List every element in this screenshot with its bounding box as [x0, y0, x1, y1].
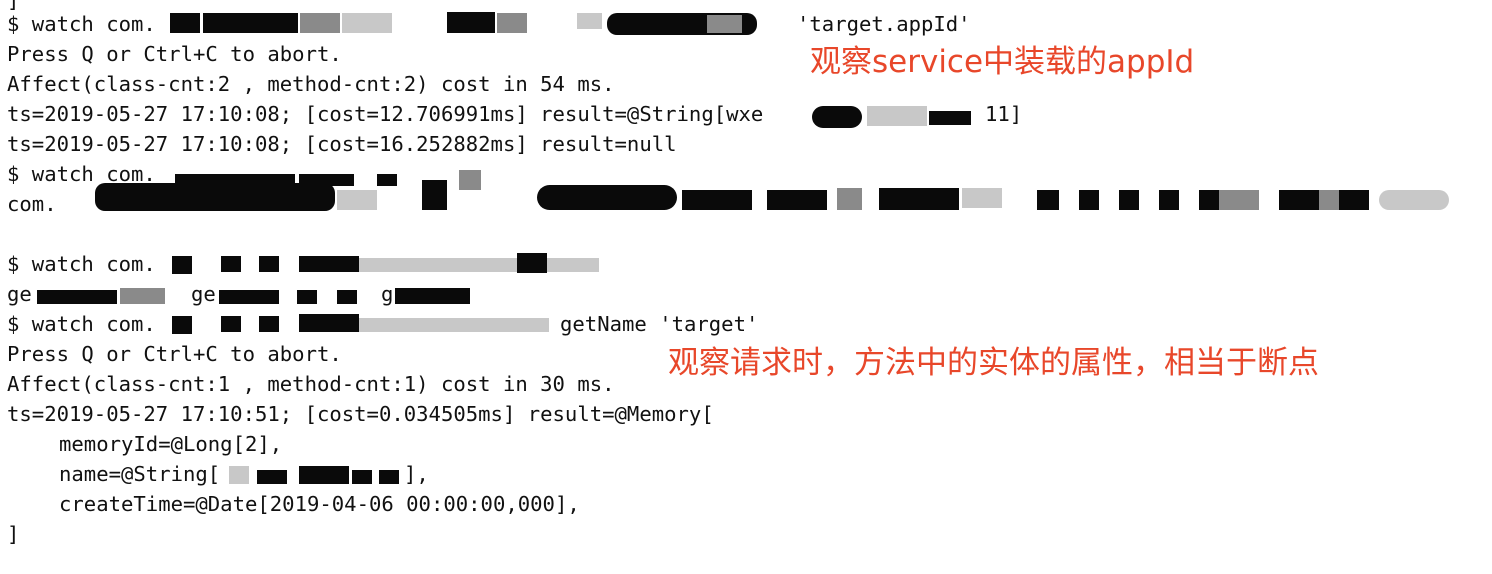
- terminal-line: ts=2019-05-27 17:10:08; [cost=16.252882m…: [7, 132, 677, 156]
- redaction-mark: [1219, 190, 1259, 210]
- terminal-line: Affect(class-cnt:2 , method-cnt:2) cost …: [7, 72, 615, 96]
- terminal-output: ] $ watch com. 'target.appId' Press Q or…: [7, 0, 1487, 574]
- terminal-line: Affect(class-cnt:1 , method-cnt:1) cost …: [7, 372, 615, 396]
- redaction-mark: [170, 13, 200, 33]
- terminal-line-fragment: getName 'target': [560, 312, 759, 336]
- redaction-mark: [221, 256, 241, 272]
- redaction-mark: [812, 106, 862, 128]
- redaction-mark: [37, 290, 117, 304]
- terminal-line: Press Q or Ctrl+C to abort.: [7, 342, 342, 366]
- redaction-mark: [377, 174, 397, 186]
- redaction-mark: [1199, 190, 1219, 210]
- redaction-mark: [577, 13, 602, 29]
- terminal-line-fragment: g: [381, 282, 394, 306]
- redaction-mark: [219, 290, 279, 304]
- redaction-mark: [929, 111, 971, 125]
- redaction-mark: [300, 13, 340, 33]
- redaction-mark: [1159, 190, 1179, 210]
- redaction-mark: [299, 466, 349, 484]
- redaction-mark: [1037, 190, 1059, 210]
- redaction-mark: [837, 188, 862, 210]
- redaction-mark: [221, 316, 241, 332]
- redaction-mark: [259, 256, 279, 272]
- redaction-mark: [337, 190, 377, 210]
- terminal-line: com.: [7, 192, 57, 216]
- redaction-mark: [447, 12, 495, 33]
- redaction-mark: [257, 470, 287, 484]
- redaction-mark: [395, 288, 470, 304]
- redaction-mark: [1379, 190, 1449, 210]
- redaction-mark: [379, 470, 399, 484]
- redaction-mark: [1119, 190, 1139, 210]
- terminal-line: $ watch com.: [7, 12, 156, 36]
- redaction-mark: [497, 13, 527, 33]
- redaction-mark: [422, 180, 447, 210]
- terminal-line: ge: [7, 282, 32, 306]
- redaction-mark: [229, 466, 249, 484]
- terminal-line: $ watch com.: [7, 312, 156, 336]
- terminal-line-fragment: ],: [404, 462, 429, 486]
- redaction-mark: [879, 188, 959, 210]
- redaction-mark: [299, 256, 359, 272]
- redaction-mark: [962, 188, 1002, 208]
- redaction-mark: [537, 185, 677, 210]
- terminal-line-fragment: 'target.appId': [797, 12, 971, 36]
- redaction-mark: [342, 13, 392, 33]
- annotation-appid: 观察service中装载的appId: [810, 44, 1195, 80]
- redaction-mark: [203, 13, 298, 33]
- terminal-line: memoryId=@Long[2],: [59, 432, 283, 456]
- redaction-mark: [867, 106, 927, 126]
- redaction-mark: [359, 258, 599, 272]
- terminal-line-fragment: 11]: [985, 102, 1023, 126]
- redaction-mark: [297, 290, 317, 304]
- redaction-mark: [707, 15, 742, 33]
- terminal-line: ]: [7, 522, 20, 546]
- redaction-mark: [459, 170, 481, 190]
- redaction-mark: [517, 253, 547, 273]
- redaction-mark: [95, 183, 335, 211]
- redaction-mark: [259, 316, 279, 332]
- terminal-line-fragment: ge: [191, 282, 216, 306]
- redaction-mark: [172, 256, 192, 274]
- redaction-mark: [299, 314, 359, 332]
- terminal-line: ts=2019-05-27 17:10:08; [cost=12.706991m…: [7, 102, 764, 126]
- redaction-mark: [172, 316, 192, 334]
- redaction-mark: [337, 290, 357, 304]
- redaction-mark: [1319, 190, 1339, 210]
- terminal-line: Press Q or Ctrl+C to abort.: [7, 42, 342, 66]
- terminal-line: createTime=@Date[2019-04-06 00:00:00,000…: [59, 492, 580, 516]
- redaction-mark: [1079, 190, 1099, 210]
- terminal-line: ts=2019-05-27 17:10:51; [cost=0.034505ms…: [7, 402, 714, 426]
- terminal-line: name=@String[: [59, 462, 221, 486]
- redaction-mark: [767, 190, 827, 210]
- annotation-breakpoint: 观察请求时，方法中的实体的属性，相当于断点: [668, 345, 1319, 381]
- terminal-line: $ watch com.: [7, 252, 156, 276]
- redaction-mark: [682, 190, 752, 210]
- redaction-mark: [352, 470, 372, 484]
- redaction-mark: [359, 318, 549, 332]
- redaction-mark: [120, 288, 165, 304]
